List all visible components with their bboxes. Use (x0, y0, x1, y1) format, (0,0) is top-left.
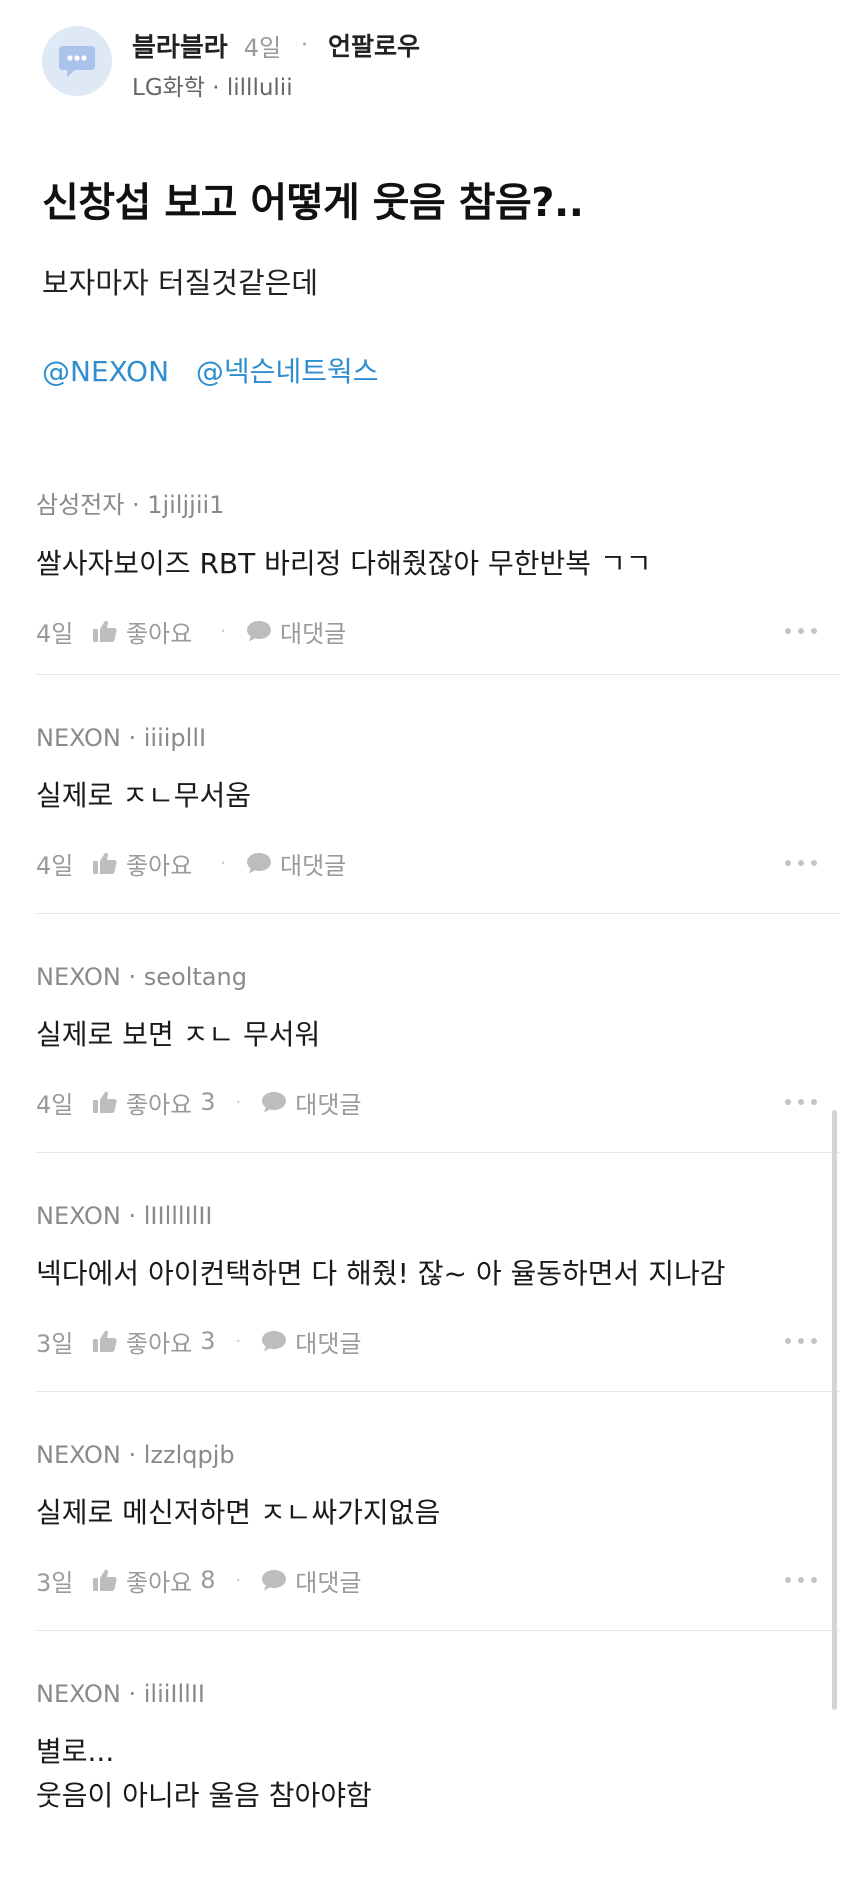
comment-item: NEXON · lIIlllIlII 넥다에서 아이컨택하면 다 해줬! 잖~ … (36, 1202, 846, 1358)
comment-bubble-icon (262, 1570, 287, 1591)
divider (36, 1391, 840, 1392)
comment-item: NEXON · iiiipllI 실제로 ㅈㄴ무서움 4일 좋아요 · 대댓글 (36, 724, 846, 880)
comment-text: 별로... 웃음이 아니라 울음 참아야함 (36, 1730, 846, 1818)
comment-text: 실제로 보면 ㅈㄴ 무서워 (36, 1018, 321, 1051)
comment-text-line: 별로... (36, 1735, 115, 1768)
comment-actions: 4일 좋아요 · 대댓글 (36, 846, 846, 880)
action-separator: · (220, 620, 226, 642)
comment-item: 삼성전자 · 1jiljjii1 쌀사자보이즈 RBT 바리정 다해줬잖아 무한… (36, 485, 846, 648)
comment-item: NEXON · lzzlqpjb 실제로 메신저하면 ㅈㄴ싸가지없음 3일 좋아… (36, 1441, 846, 1597)
more-button[interactable] (784, 846, 818, 880)
comment-item: NEXON · iliiIllII 별로... 웃음이 아니라 울음 참아야함 (36, 1680, 846, 1818)
like-button[interactable]: 좋아요 (92, 846, 200, 881)
chat-bubble-icon (59, 46, 95, 77)
divider (36, 1630, 840, 1631)
comment-actions: 3일 좋아요 8 · 대댓글 (36, 1563, 846, 1597)
post-meta: 블라블라 4일 · 언팔로우 LG화학 · lilllulii (132, 26, 420, 102)
like-count: 3 (200, 1327, 216, 1355)
unfollow-button[interactable]: 언팔로우 (328, 27, 420, 63)
meta-separator: · (301, 32, 309, 58)
more-dots-icon (785, 1338, 817, 1344)
divider (36, 1152, 840, 1153)
post-header: 블라블라 4일 · 언팔로우 LG화학 · lilllulii (42, 26, 420, 102)
post-age: 4일 (243, 33, 282, 62)
like-count: 3 (200, 1088, 216, 1116)
comment-actions: 3일 좋아요 3 · 대댓글 (36, 1324, 846, 1358)
more-dots-icon (785, 860, 817, 866)
comment-bubble-icon (262, 1331, 287, 1352)
like-label: 좋아요 (126, 619, 193, 648)
comment-author[interactable]: NEXON · iliiIllII (36, 1680, 846, 1708)
reply-label: 대댓글 (295, 1090, 362, 1119)
thumbs-up-icon (93, 620, 117, 642)
avatar[interactable] (42, 26, 112, 96)
action-separator: · (235, 1569, 242, 1591)
thumbs-up-icon (93, 1330, 117, 1352)
comment-age: 4일 (36, 851, 74, 880)
comment-text-line: 웃음이 아니라 울음 참아야함 (36, 1779, 372, 1812)
comment-item: NEXON · seoltang 실제로 보면 ㅈㄴ 무서워 4일 좋아요 3 … (36, 963, 846, 1119)
mention-nexon-networks[interactable]: @넥슨네트웍스 (196, 355, 379, 388)
comment-age: 4일 (36, 1090, 74, 1119)
mention-list: @NEXON @넥슨네트웍스 (42, 350, 396, 390)
like-button[interactable]: 좋아요 3 (92, 1085, 216, 1120)
more-button[interactable] (784, 1324, 818, 1358)
thumbs-up-icon (93, 1569, 117, 1591)
reply-button[interactable]: 대댓글 (246, 846, 346, 881)
comment-author[interactable]: NEXON · iiiipllI (36, 724, 846, 752)
comment-text: 넥다에서 아이컨택하면 다 해줬! 잖~ 아 율동하면서 지나감 (36, 1257, 726, 1290)
mention-nexon[interactable]: @NEXON (42, 355, 169, 388)
reply-button[interactable]: 대댓글 (261, 1085, 362, 1120)
divider (36, 674, 840, 675)
comment-author[interactable]: NEXON · lIIlllIlII (36, 1202, 846, 1230)
reply-label: 대댓글 (279, 619, 347, 648)
comment-bubble-icon (246, 621, 271, 642)
more-button[interactable] (784, 614, 818, 648)
scrollbar[interactable] (832, 1110, 837, 1710)
reply-button[interactable]: 대댓글 (246, 614, 346, 649)
reply-label: 대댓글 (279, 851, 347, 880)
comment-text: 실제로 ㅈㄴ무서움 (36, 779, 251, 812)
comment-bubble-icon (246, 853, 271, 874)
comment-actions: 4일 좋아요 3 · 대댓글 (36, 1085, 846, 1119)
more-dots-icon (785, 628, 817, 634)
reply-button[interactable]: 대댓글 (261, 1563, 362, 1598)
comment-text: 쌀사자보이즈 RBT 바리정 다해줬잖아 무한반복 ㄱㄱ (36, 547, 652, 580)
reply-label: 대댓글 (295, 1568, 362, 1597)
action-separator: · (235, 1330, 242, 1352)
board-category[interactable]: 블라블라 (132, 27, 228, 64)
comment-age: 3일 (36, 1329, 74, 1358)
more-dots-icon (785, 1099, 817, 1105)
more-button[interactable] (784, 1085, 818, 1119)
like-label: 좋아요 (126, 851, 193, 880)
post-title: 신창섭 보고 어떻게 웃음 참음?.. (42, 180, 584, 226)
like-count: 8 (200, 1566, 216, 1594)
thumbs-up-icon (93, 852, 117, 874)
reply-button[interactable]: 대댓글 (261, 1324, 362, 1359)
action-separator: · (220, 852, 226, 874)
reply-label: 대댓글 (295, 1329, 362, 1358)
comment-author[interactable]: NEXON · lzzlqpjb (36, 1441, 846, 1469)
comment-text: 실제로 메신저하면 ㅈㄴ싸가지없음 (36, 1496, 441, 1529)
like-button[interactable]: 좋아요 3 (92, 1324, 216, 1359)
more-dots-icon (785, 1577, 817, 1583)
more-button[interactable] (784, 1563, 818, 1597)
divider (36, 913, 840, 914)
thumbs-up-icon (93, 1091, 117, 1113)
like-button[interactable]: 좋아요 8 (92, 1563, 216, 1598)
post-author: LG화학 · lilllulii (132, 75, 293, 101)
like-button[interactable]: 좋아요 (92, 614, 200, 649)
action-separator: · (235, 1091, 242, 1113)
comment-age: 3일 (36, 1568, 74, 1597)
comment-bubble-icon (262, 1092, 287, 1113)
like-label: 좋아요 (126, 1090, 193, 1119)
comment-age: 4일 (36, 619, 74, 648)
like-label: 좋아요 (126, 1329, 193, 1358)
comment-actions: 4일 좋아요 · 대댓글 (36, 614, 846, 648)
comment-author[interactable]: NEXON · seoltang (36, 963, 846, 991)
comment-author[interactable]: 삼성전자 · 1jiljjii1 (36, 485, 846, 520)
like-label: 좋아요 (126, 1568, 193, 1597)
post-body: 보자마자 터질것같은데 (42, 266, 319, 300)
